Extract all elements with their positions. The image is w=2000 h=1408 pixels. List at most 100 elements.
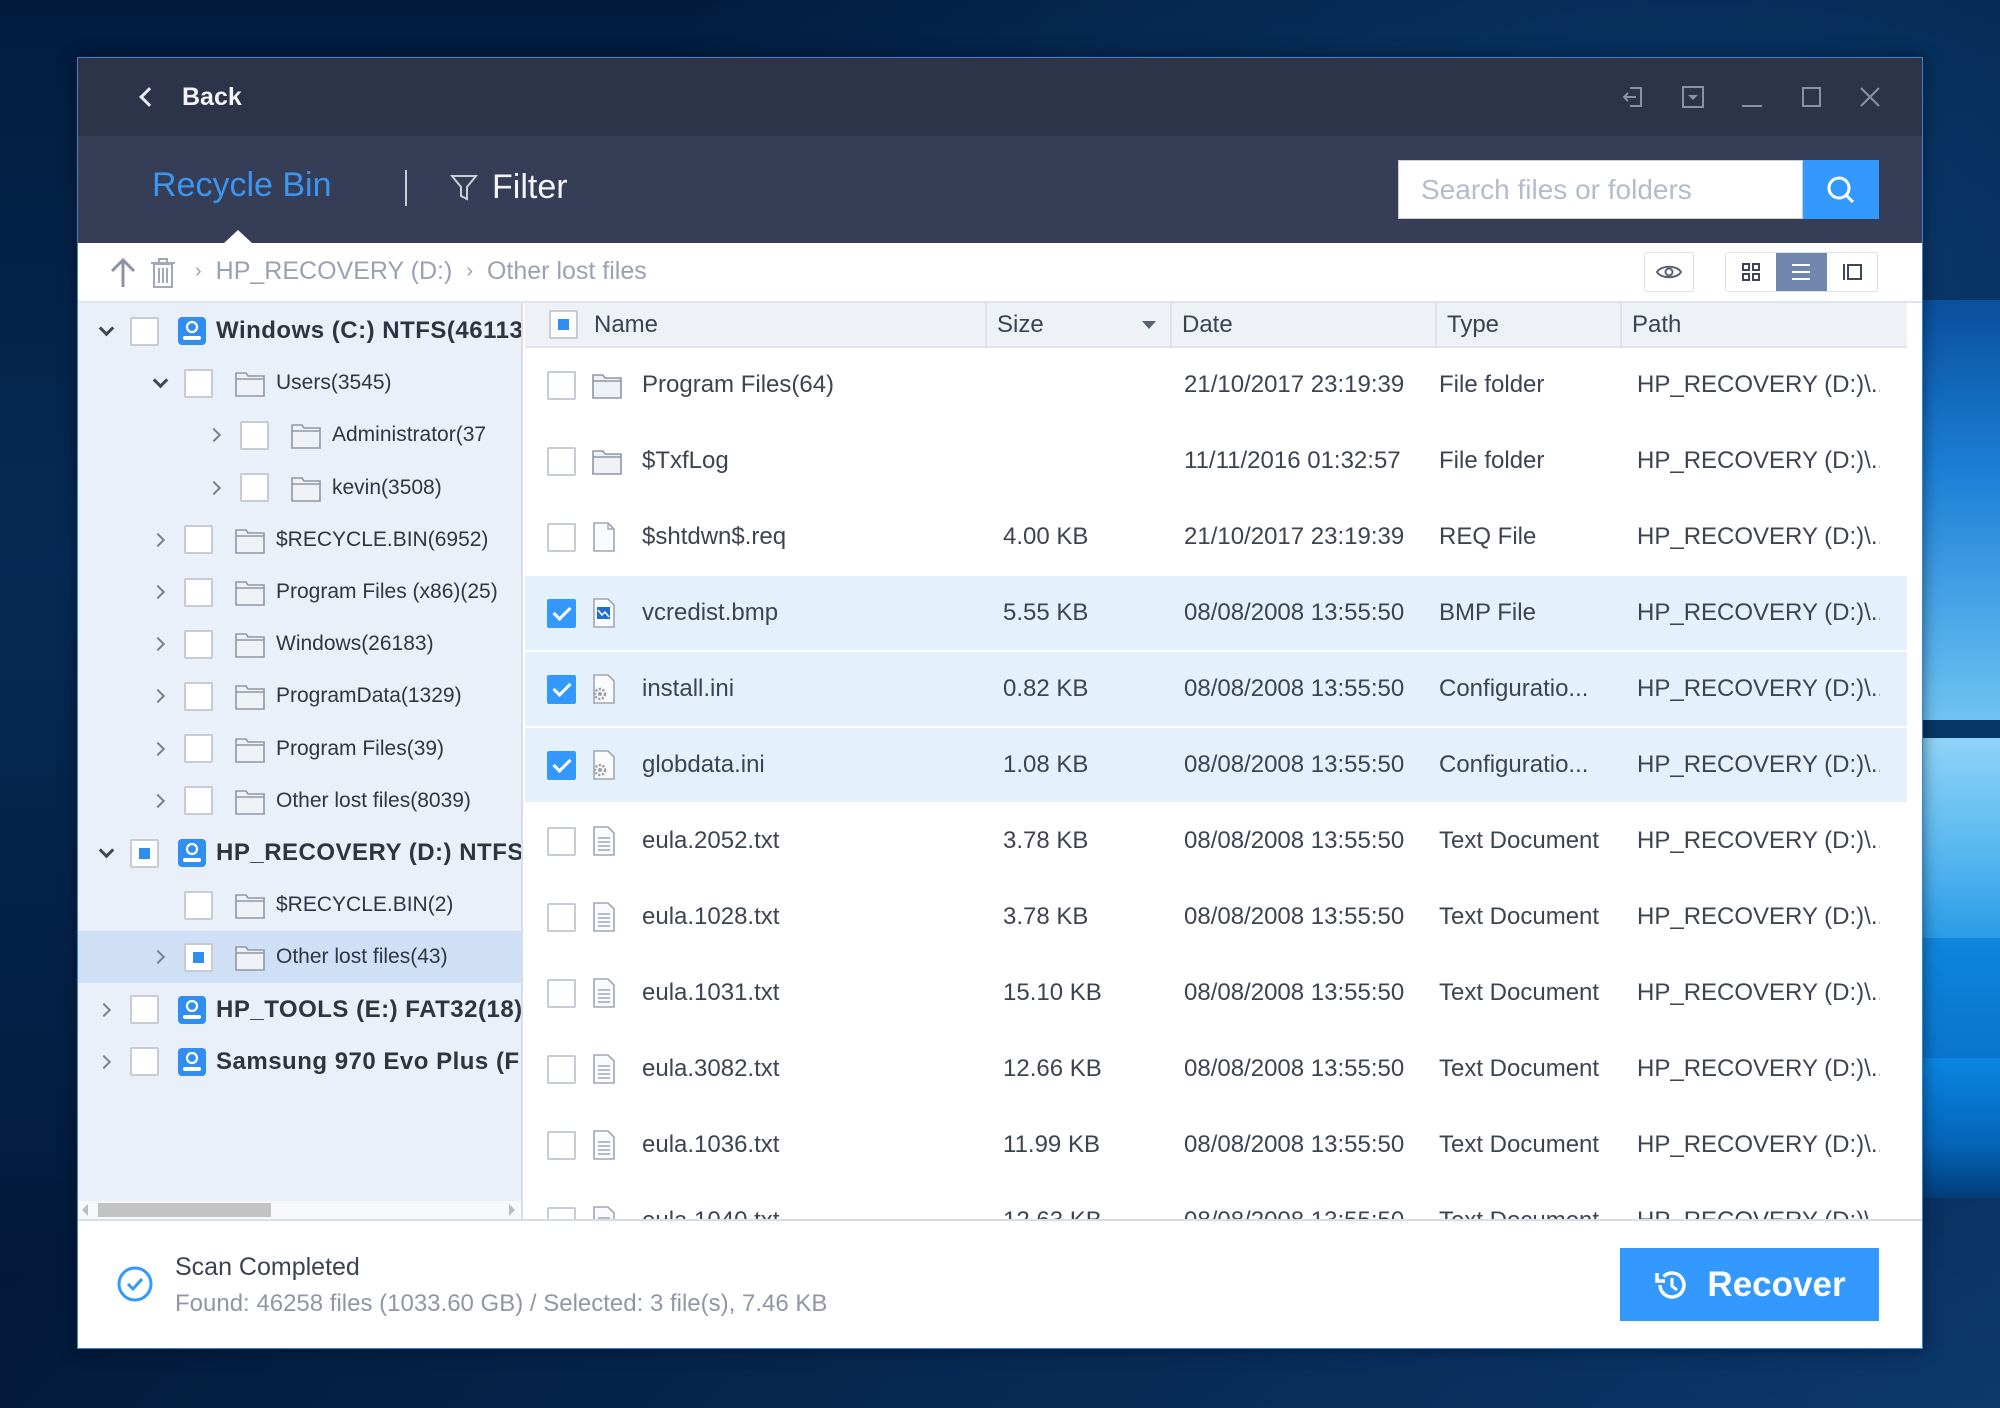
- expander-toggle[interactable]: [206, 478, 226, 498]
- row-checkbox[interactable]: [547, 826, 576, 856]
- row-checkbox[interactable]: [547, 674, 576, 704]
- tree-checkbox[interactable]: [184, 942, 213, 972]
- filter-button[interactable]: Filter: [450, 168, 568, 207]
- back-button[interactable]: Back: [136, 80, 242, 114]
- tree-item-folder[interactable]: ProgramData(1329): [78, 670, 521, 722]
- expander-toggle[interactable]: [96, 320, 116, 341]
- tree-checkbox[interactable]: [184, 890, 213, 920]
- table-row[interactable]: eula.1036.txt 11.99 KB 08/08/2008 13:55:50…: [525, 1108, 1907, 1184]
- expander-toggle[interactable]: [150, 686, 170, 706]
- select-all-checkbox[interactable]: [549, 310, 578, 339]
- table-row[interactable]: $shtdwn$.req 4.00 KB 21/10/2017 23:19:39 RE…: [525, 500, 1907, 576]
- minimize-button[interactable]: [1737, 80, 1766, 114]
- expander-toggle[interactable]: [96, 842, 116, 863]
- row-checkbox[interactable]: [547, 1054, 576, 1084]
- table-row[interactable]: eula.3082.txt 12.66 KB 08/08/2008 13:55:50…: [525, 1032, 1907, 1108]
- tree-item-drive[interactable]: HP_TOOLS (E:) FAT32(18): [78, 984, 521, 1036]
- menu-dropdown-button[interactable]: [1678, 80, 1707, 114]
- tree-item-folder[interactable]: Users(3545): [78, 357, 521, 409]
- navigate-up-icon[interactable]: [108, 257, 138, 289]
- expander-toggle[interactable]: [96, 1052, 116, 1072]
- tree-item-drive[interactable]: Samsung 970 Evo Plus (F: [78, 1036, 521, 1088]
- tree-item-folder[interactable]: $RECYCLE.BIN(6952): [78, 514, 521, 566]
- recover-button[interactable]: Recover: [1620, 1248, 1879, 1321]
- column-header-type[interactable]: Type: [1437, 303, 1622, 346]
- thumbnail-view-button[interactable]: [1726, 253, 1776, 291]
- tree-checkbox[interactable]: [184, 368, 213, 398]
- list-view-button[interactable]: [1776, 253, 1827, 291]
- column-header-date[interactable]: Date: [1172, 303, 1437, 346]
- table-row[interactable]: eula.1040.txt 12.63 KB08/08/2008 13:55:50…: [525, 1184, 1907, 1219]
- search-input[interactable]: [1399, 161, 1802, 218]
- expander-toggle[interactable]: [206, 425, 226, 445]
- tree-checkbox[interactable]: [130, 316, 159, 346]
- table-row[interactable]: eula.1031.txt 15.10 KB 08/08/2008 13:55:50…: [525, 956, 1907, 1032]
- search-button[interactable]: [1803, 160, 1879, 219]
- tree-item-folder[interactable]: Windows(26183): [78, 618, 521, 670]
- row-checkbox[interactable]: [547, 370, 576, 400]
- tree-checkbox[interactable]: [130, 838, 159, 868]
- table-row[interactable]: $TxfLog 11/11/2016 01:32:57 File folder HP_…: [525, 424, 1907, 500]
- breadcrumb-item-current[interactable]: Other lost files: [487, 257, 647, 286]
- tree-checkbox[interactable]: [184, 577, 213, 607]
- expander-toggle[interactable]: [150, 791, 170, 811]
- column-header-name[interactable]: Name: [525, 303, 987, 346]
- row-checkbox[interactable]: [547, 902, 576, 932]
- tree-checkbox[interactable]: [184, 734, 213, 764]
- tree-item-drive[interactable]: HP_RECOVERY (D:) NTFS(: [78, 827, 521, 879]
- scroll-left-icon[interactable]: [82, 1204, 88, 1216]
- tree-checkbox[interactable]: [184, 525, 213, 555]
- tree-checkbox[interactable]: [240, 473, 269, 503]
- expander-toggle[interactable]: [150, 582, 170, 602]
- cell-path: HP_RECOVERY (D:)\...: [1637, 523, 1880, 550]
- close-button[interactable]: [1855, 80, 1884, 114]
- tree-item-folder[interactable]: $RECYCLE.BIN(2): [78, 879, 521, 931]
- tree-item-folder[interactable]: kevin(3508): [78, 462, 521, 514]
- cell-size: 5.55 KB: [1003, 599, 1089, 626]
- tree-checkbox[interactable]: [184, 786, 213, 816]
- tree-item-folder[interactable]: Other lost files(43): [78, 931, 521, 984]
- tree-item-folder[interactable]: Administrator(37: [78, 409, 521, 461]
- maximize-button[interactable]: [1796, 80, 1825, 114]
- table-row[interactable]: globdata.ini 1.08 KB 08/08/2008 13:55:50 Co…: [525, 728, 1907, 804]
- tree-checkbox[interactable]: [130, 995, 159, 1025]
- recycle-bin-icon[interactable]: [148, 256, 178, 290]
- expander-toggle[interactable]: [150, 739, 170, 759]
- row-checkbox[interactable]: [547, 598, 576, 628]
- breadcrumb-item[interactable]: HP_RECOVERY (D:): [216, 257, 453, 286]
- table-row[interactable]: install.ini 0.82 KB 08/08/2008 13:55:50 Con…: [525, 652, 1907, 728]
- column-header-size[interactable]: Size: [987, 303, 1172, 346]
- row-checkbox[interactable]: [547, 750, 576, 780]
- row-checkbox[interactable]: [547, 978, 576, 1008]
- table-row[interactable]: eula.1028.txt 3.78 KB 08/08/2008 13:55:50 T…: [525, 880, 1907, 956]
- expander-toggle[interactable]: [96, 1000, 116, 1020]
- preview-button[interactable]: [1644, 252, 1694, 292]
- tree-checkbox[interactable]: [184, 681, 213, 711]
- export-button[interactable]: [1619, 80, 1648, 114]
- blank-file-icon: [593, 522, 615, 552]
- tree-checkbox[interactable]: [184, 629, 213, 659]
- tree-checkbox[interactable]: [130, 1047, 159, 1077]
- row-checkbox[interactable]: [547, 522, 576, 552]
- tab-recycle-bin[interactable]: Recycle Bin: [152, 166, 332, 205]
- tree-item-folder[interactable]: Program Files(39): [78, 723, 521, 775]
- column-header-path[interactable]: Path: [1622, 303, 1880, 346]
- row-checkbox[interactable]: [547, 1206, 576, 1219]
- table-row[interactable]: eula.2052.txt 3.78 KB 08/08/2008 13:55:50 T…: [525, 804, 1907, 880]
- preview-pane-view-button[interactable]: [1827, 253, 1877, 291]
- scroll-right-icon[interactable]: [509, 1204, 515, 1216]
- tree-checkbox[interactable]: [240, 420, 269, 450]
- tree-item-folder[interactable]: Program Files (x86)(25): [78, 566, 521, 618]
- tree-horizontal-scrollbar[interactable]: [78, 1201, 521, 1219]
- table-row[interactable]: Program Files(64) 21/10/2017 23:19:39 File…: [525, 348, 1907, 424]
- expander-toggle[interactable]: [150, 634, 170, 654]
- scrollbar-thumb[interactable]: [98, 1203, 271, 1217]
- expander-toggle[interactable]: [150, 947, 170, 967]
- expander-toggle[interactable]: [150, 530, 170, 550]
- row-checkbox[interactable]: [547, 1130, 576, 1160]
- expander-toggle[interactable]: [150, 372, 170, 393]
- tree-item-drive[interactable]: Windows (C:) NTFS(46113: [78, 305, 521, 357]
- table-row[interactable]: vcredist.bmp 5.55 KB 08/08/2008 13:55:50 BM…: [525, 576, 1907, 652]
- row-checkbox[interactable]: [547, 446, 576, 476]
- tree-item-folder[interactable]: Other lost files(8039): [78, 775, 521, 827]
